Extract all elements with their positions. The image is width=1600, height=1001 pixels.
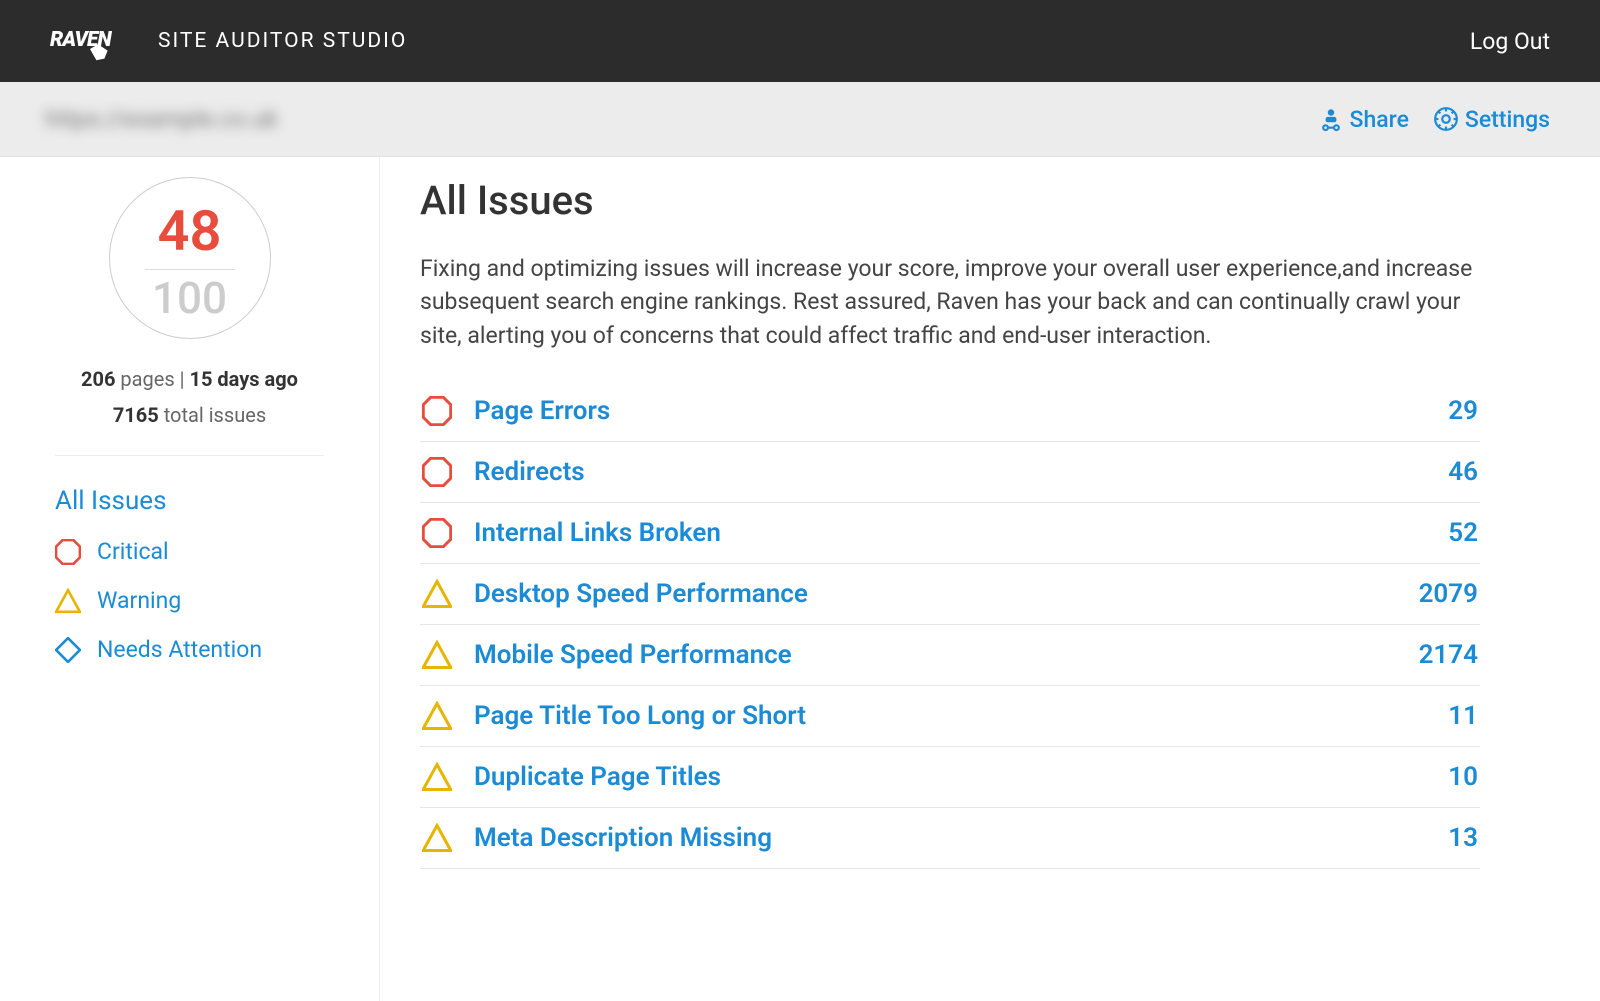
nav-all-label: All Issues [55, 486, 167, 516]
site-url: https://example.co.uk [45, 105, 278, 133]
share-label: Share [1350, 106, 1409, 133]
header-left: RAVEN SITE AUDITOR STUDIO [50, 16, 407, 66]
issue-label: Internal Links Broken [474, 518, 1448, 548]
intro-text: Fixing and optimizing issues will increa… [420, 252, 1480, 352]
issue-row[interactable]: Internal Links Broken52 [420, 503, 1480, 564]
nav-critical[interactable]: Critical [55, 538, 324, 565]
share-button[interactable]: Share [1318, 106, 1409, 133]
critical-icon [422, 457, 452, 487]
issue-count: 2174 [1419, 640, 1478, 670]
octagon-icon [55, 539, 81, 565]
nav-attention[interactable]: Needs Attention [55, 636, 324, 663]
issue-row[interactable]: Redirects46 [420, 442, 1480, 503]
pages-label: pages | [115, 367, 189, 391]
warning-icon [422, 823, 452, 853]
issue-label: Mobile Speed Performance [474, 640, 1419, 670]
pages-count: 206 [81, 367, 115, 391]
sidebar-divider [55, 455, 324, 456]
issue-row[interactable]: Page Errors29 [420, 388, 1480, 442]
gear-icon [1433, 106, 1459, 132]
issue-count: 2079 [1419, 579, 1478, 609]
issue-count: 13 [1448, 823, 1478, 853]
issue-label: Meta Description Missing [474, 823, 1448, 853]
score-value: 48 [158, 203, 222, 259]
crawl-stats: 206 pages | 15 days ago 7165 total issue… [81, 361, 298, 433]
settings-label: Settings [1465, 106, 1550, 133]
issue-row[interactable]: Desktop Speed Performance2079 [420, 564, 1480, 625]
app-title: SITE AUDITOR STUDIO [158, 29, 407, 53]
issue-count: 10 [1448, 762, 1478, 792]
total-issues-label: total issues [159, 403, 266, 427]
crawled-ago: 15 days ago [190, 367, 298, 391]
app-header: RAVEN SITE AUDITOR STUDIO Log Out [0, 0, 1600, 82]
issue-count: 52 [1448, 518, 1478, 548]
nav-warning-label: Warning [97, 587, 181, 614]
warning-icon [422, 762, 452, 792]
issue-label: Page Errors [474, 396, 1448, 426]
issue-row[interactable]: Duplicate Page Titles10 [420, 747, 1480, 808]
score-gauge: 48 100 [109, 177, 271, 339]
logout-link[interactable]: Log Out [1470, 28, 1550, 55]
warning-icon [422, 701, 452, 731]
nav-all-issues[interactable]: All Issues [55, 486, 324, 516]
issue-count: 29 [1448, 396, 1478, 426]
critical-icon [422, 396, 452, 426]
total-issues-count: 7165 [113, 403, 159, 427]
nav-attention-label: Needs Attention [97, 636, 262, 663]
issue-count: 46 [1448, 457, 1478, 487]
warning-icon [422, 640, 452, 670]
sidebar: 48 100 206 pages | 15 days ago 7165 tota… [0, 157, 380, 1001]
brand-logo: RAVEN [50, 16, 130, 66]
triangle-icon [55, 588, 81, 614]
issue-label: Duplicate Page Titles [474, 762, 1448, 792]
critical-icon [422, 518, 452, 548]
warning-icon [422, 579, 452, 609]
issue-row[interactable]: Page Title Too Long or Short11 [420, 686, 1480, 747]
nav-warning[interactable]: Warning [55, 587, 324, 614]
nav-critical-label: Critical [97, 538, 169, 565]
main: 48 100 206 pages | 15 days ago 7165 tota… [0, 157, 1600, 1001]
issue-label: Page Title Too Long or Short [474, 701, 1448, 731]
issue-row[interactable]: Mobile Speed Performance2174 [420, 625, 1480, 686]
sub-header: https://example.co.uk Share [0, 82, 1600, 157]
diamond-icon [55, 637, 81, 663]
issue-count: 11 [1448, 701, 1478, 731]
subheader-actions: Share Settings [1318, 106, 1550, 133]
score-divider [145, 269, 235, 270]
page-title: All Issues [420, 177, 1480, 224]
issues-list: Page Errors29Redirects46Internal Links B… [420, 388, 1480, 869]
issue-row[interactable]: Meta Description Missing13 [420, 808, 1480, 869]
share-icon [1318, 106, 1344, 132]
content: All Issues Fixing and optimizing issues … [380, 157, 1600, 1001]
sidebar-nav: All Issues Critical Warning Needs Attent… [55, 486, 324, 663]
issue-label: Desktop Speed Performance [474, 579, 1419, 609]
issue-label: Redirects [474, 457, 1448, 487]
score-max: 100 [152, 276, 227, 320]
settings-button[interactable]: Settings [1433, 106, 1550, 133]
